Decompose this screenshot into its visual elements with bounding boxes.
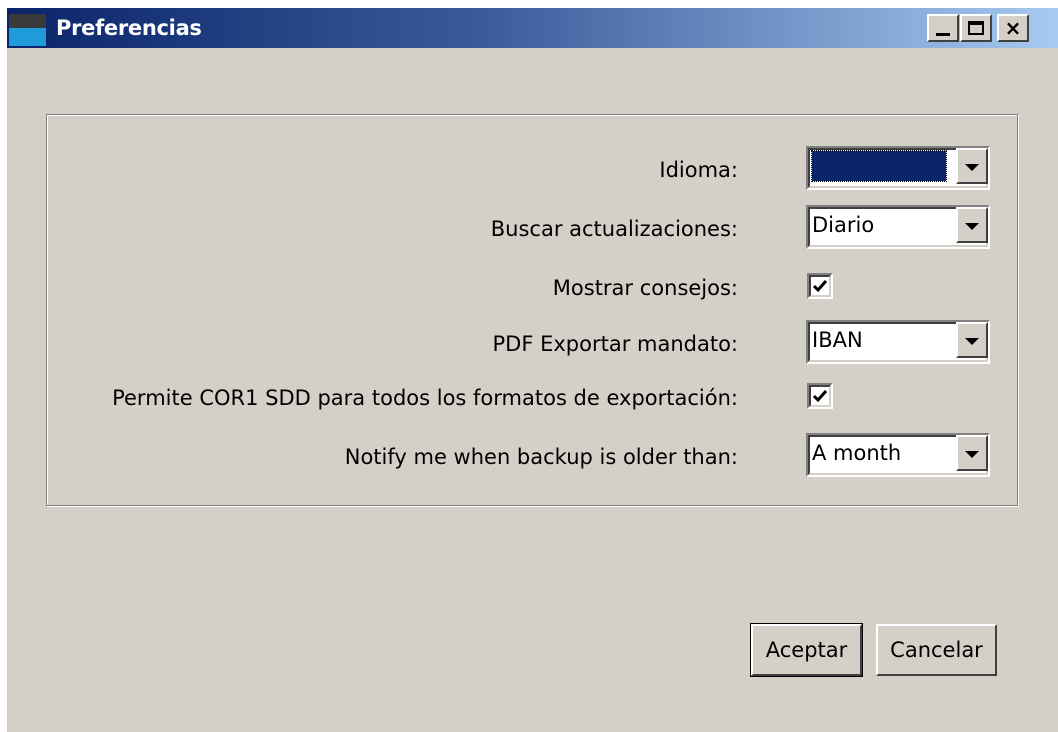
backup-notify-value: A month	[812, 441, 902, 465]
minimize-button[interactable]	[927, 14, 959, 42]
show-tips-checkbox[interactable]	[807, 273, 833, 299]
allow-cor1-checkbox[interactable]	[807, 383, 833, 409]
language-select[interactable]	[806, 146, 990, 190]
check-updates-value: Diario	[812, 213, 875, 237]
maximize-icon	[968, 21, 984, 35]
check-updates-label: Buscar actualizaciones:	[490, 217, 738, 241]
pdf-export-mandate-select[interactable]: IBAN	[806, 320, 990, 364]
allow-cor1-label: Permite COR1 SDD para todos los formatos…	[112, 386, 738, 410]
chevron-down-icon	[965, 163, 979, 171]
check-updates-dropdown-button[interactable]	[956, 207, 988, 243]
title-bar[interactable]: Preferencias ×	[7, 8, 1058, 48]
cancel-button[interactable]: Cancelar	[876, 624, 997, 676]
pdf-export-mandate-value: IBAN	[812, 328, 863, 352]
preferences-window: Preferencias × Idioma: Buscar actualizac…	[7, 8, 1058, 732]
checkmark-icon	[812, 390, 828, 403]
pdf-export-mandate-label: PDF Exportar mandato:	[492, 332, 739, 356]
chevron-down-icon	[965, 450, 979, 458]
pdf-export-mandate-dropdown-button[interactable]	[956, 322, 988, 358]
ok-button[interactable]: Aceptar	[750, 623, 863, 677]
language-dropdown-button[interactable]	[956, 148, 988, 184]
close-button[interactable]: ×	[997, 14, 1029, 42]
chevron-down-icon	[965, 222, 979, 230]
preferences-group: Idioma: Buscar actualizaciones: Diario M…	[46, 114, 1018, 506]
maximize-button[interactable]	[960, 14, 992, 42]
backup-notify-label: Notify me when backup is older than:	[344, 445, 738, 469]
minimize-icon	[936, 32, 950, 36]
window-title: Preferencias	[56, 16, 202, 40]
language-label: Idioma:	[659, 158, 738, 182]
language-value	[811, 150, 947, 182]
chevron-down-icon	[965, 337, 979, 345]
app-icon	[9, 14, 46, 46]
backup-notify-select[interactable]: A month	[806, 433, 990, 477]
backup-notify-dropdown-button[interactable]	[956, 435, 988, 471]
check-updates-select[interactable]: Diario	[806, 205, 990, 249]
close-icon: ×	[1004, 16, 1022, 40]
checkmark-icon	[812, 280, 828, 293]
show-tips-label: Mostrar consejos:	[552, 276, 738, 300]
